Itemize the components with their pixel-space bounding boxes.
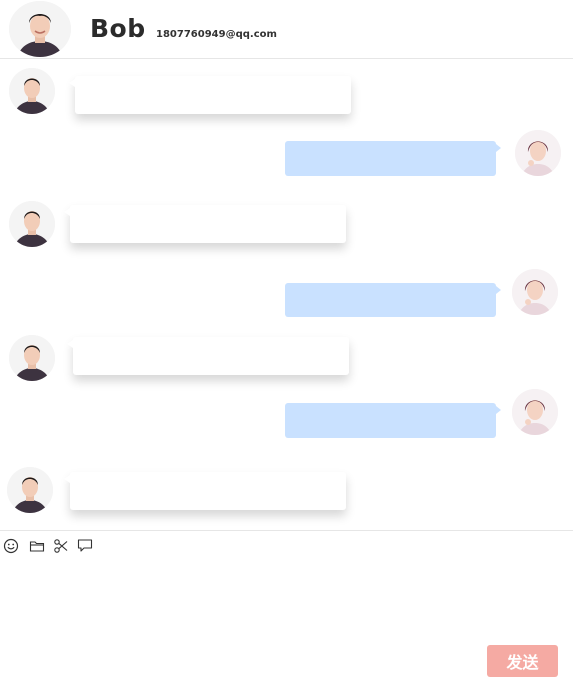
own-avatar[interactable] [512,389,558,435]
chat-icon[interactable] [76,537,94,555]
message-bubble[interactable] [285,283,501,317]
message-bubble[interactable] [285,141,501,176]
message-input[interactable] [0,560,573,640]
contact-name: Bob [90,14,146,43]
sender-avatar[interactable] [7,467,53,513]
message-bubble[interactable] [64,205,346,243]
sender-avatar[interactable] [9,68,55,114]
message-bubble[interactable] [67,337,349,375]
send-button[interactable]: 发送 [487,645,558,677]
folder-icon[interactable] [28,537,46,555]
message-bubble[interactable] [64,472,346,510]
scissors-icon[interactable] [52,537,70,555]
sender-avatar[interactable] [9,335,55,381]
own-avatar[interactable] [512,269,558,315]
message-bubble[interactable] [69,76,351,114]
own-avatar[interactable] [515,130,561,176]
composer-toolbar [0,530,573,560]
message-list[interactable] [0,59,573,530]
chat-header: Bob 1807760949@qq.com [0,0,573,59]
contact-avatar[interactable] [9,1,71,57]
smile-icon[interactable] [2,537,20,555]
message-bubble[interactable] [285,403,501,438]
contact-email: 1807760949@qq.com [156,29,277,40]
sender-avatar[interactable] [9,201,55,247]
